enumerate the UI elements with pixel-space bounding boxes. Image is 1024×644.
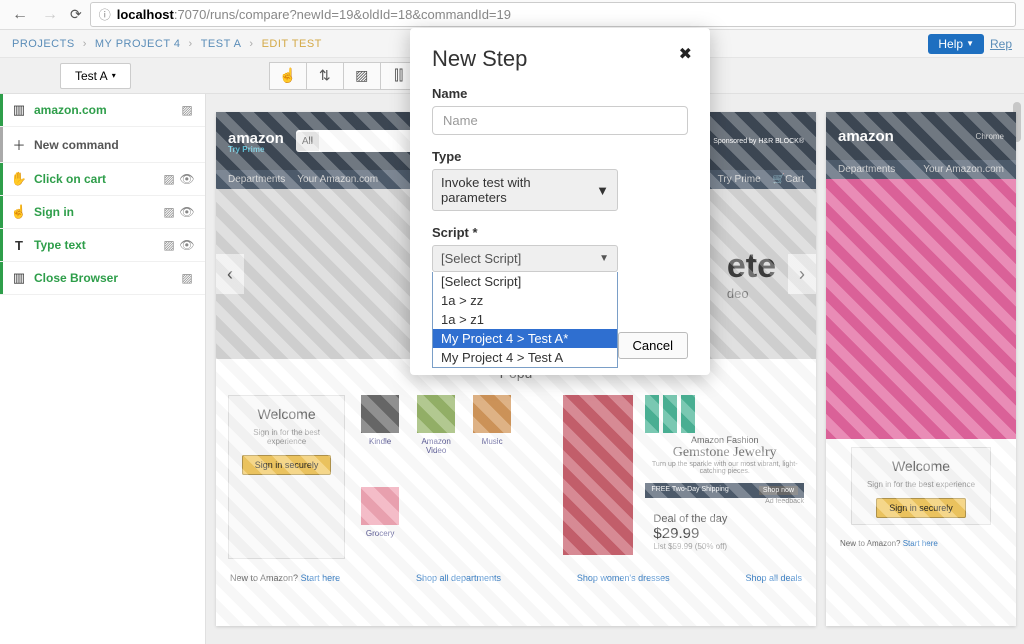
modal-title: New Step (432, 46, 688, 72)
signin-button: Sign in securely (242, 455, 332, 475)
logo: amazonTry Prime (228, 130, 284, 153)
tb-compare-icon[interactable]: ⇅ (306, 62, 344, 90)
browser-icon: ▥ (10, 270, 28, 286)
step-item-close[interactable]: ▥ Close Browser▨ (0, 262, 205, 295)
drag-icon[interactable]: ▨ (161, 237, 177, 253)
cart-icon: 🛒Cart (773, 174, 804, 185)
step-item-type[interactable]: T Type text▨👁 (0, 229, 205, 262)
dropdown-item[interactable]: My Project 4 > Test A (433, 348, 617, 367)
chevron-right-icon: › (249, 38, 253, 50)
chevron-right-icon: › (189, 38, 193, 50)
tb-mask-icon[interactable]: ▨ (343, 62, 381, 90)
back-icon[interactable]: ← (8, 4, 32, 26)
chevron-right-icon: › (788, 254, 816, 294)
step-label: amazon.com (34, 103, 179, 117)
step-item-click[interactable]: ✋ Click on cart▨👁 (0, 163, 205, 196)
step-item-signin[interactable]: ☝ Sign in▨👁 (0, 196, 205, 229)
eye-icon[interactable]: 👁 (179, 171, 195, 187)
chevron-right-icon: › (83, 38, 87, 50)
script-label: Script * (432, 225, 688, 240)
type-label: Type (432, 149, 688, 164)
cancel-button[interactable]: Cancel (618, 332, 688, 359)
name-label: Name (432, 86, 688, 101)
text-icon: T (10, 238, 28, 253)
drag-icon[interactable]: ▨ (179, 102, 195, 118)
browser-icon: ▥ (10, 102, 28, 118)
type-select[interactable]: Invoke test with parameters ▼ (432, 169, 618, 211)
dropdown-item-selected[interactable]: My Project 4 > Test A* (433, 329, 617, 348)
nav-tryprime: Try Prime (718, 174, 761, 185)
drag-icon[interactable]: ▨ (161, 171, 177, 187)
drag-icon[interactable]: ▨ (161, 204, 177, 220)
url-host: localhost (117, 7, 174, 22)
hand-icon: ✋ (10, 171, 28, 187)
name-input[interactable] (432, 106, 688, 135)
script-select[interactable]: [Select Script] ▼ (432, 245, 618, 272)
script-dropdown: [Select Script] 1a > zz 1a > z1 My Proje… (432, 272, 618, 368)
dropdown-item[interactable]: 1a > zz (433, 291, 617, 310)
bc-test[interactable]: TEST A (201, 38, 242, 50)
sponsor: Sponsored by H&R BLOCK® (713, 138, 804, 145)
nav-your: Your Amazon.com (297, 174, 378, 185)
close-icon[interactable]: ✖ (679, 44, 692, 64)
eye-icon[interactable]: 👁 (179, 204, 195, 220)
pointer-icon: ☝ (10, 204, 28, 220)
forward-icon[interactable]: → (38, 4, 62, 26)
dropdown-item[interactable]: 1a > z1 (433, 310, 617, 329)
new-step-modal: New Step ✖ Name Type Invoke test with pa… (410, 28, 710, 375)
bc-project[interactable]: MY PROJECT 4 (95, 38, 181, 50)
steps-sidebar: ▥amazon.com▨ ＋New command ✋Click on cart… (0, 94, 206, 644)
reports-link[interactable]: Rep (990, 37, 1012, 51)
step-item-amazon[interactable]: ▥ amazon.com▨ (0, 94, 205, 127)
dropdown-item[interactable]: [Select Script] (433, 272, 617, 291)
step-label: Click on cart (34, 172, 161, 186)
url-bar[interactable]: ⓘ localhost:7070/runs/compare?newId=19&o… (90, 2, 1016, 27)
nav-departments: Departments (228, 174, 285, 185)
step-label: Sign in (34, 205, 161, 219)
preview-secondary: amazon Chrome DepartmentsYour Amazon.com… (826, 112, 1016, 626)
welcome-card: Welcome Sign in for the best experience … (228, 395, 345, 559)
bc-current: EDIT TEST (262, 38, 322, 50)
drag-icon[interactable]: ▨ (179, 270, 195, 286)
browser-chrome: ← → ⟳ ⓘ localhost:7070/runs/compare?newI… (0, 0, 1024, 30)
caret-down-icon: ▼ (599, 253, 609, 264)
caret-down-icon: ▼ (966, 39, 974, 48)
dress-img (563, 395, 633, 555)
step-label: New command (34, 138, 195, 152)
tiles: Kindle Amazon Video Music Grocery (357, 395, 551, 559)
eye-icon[interactable]: 👁 (179, 237, 195, 253)
step-label: Close Browser (34, 271, 179, 285)
plus-icon: ＋ (10, 135, 28, 154)
test-selector[interactable]: Test A ▾ (60, 63, 131, 89)
step-item-new[interactable]: ＋ New command (0, 127, 205, 163)
reload-icon[interactable]: ⟳ (70, 6, 82, 23)
url-path: :7070/runs/compare?newId=19&oldId=18&com… (174, 7, 511, 22)
bc-projects[interactable]: PROJECTS (12, 38, 75, 50)
tb-hand-icon[interactable]: ☝ (269, 62, 307, 90)
chevron-left-icon: ‹ (216, 254, 244, 294)
info-icon: ⓘ (99, 6, 111, 23)
step-label: Type text (34, 238, 161, 252)
help-button[interactable]: Help ▼ (928, 34, 984, 54)
caret-down-icon: ▼ (596, 183, 609, 198)
pink-hero (826, 179, 1016, 439)
logo: amazon (838, 128, 894, 145)
caret-down-icon: ▾ (112, 71, 116, 80)
